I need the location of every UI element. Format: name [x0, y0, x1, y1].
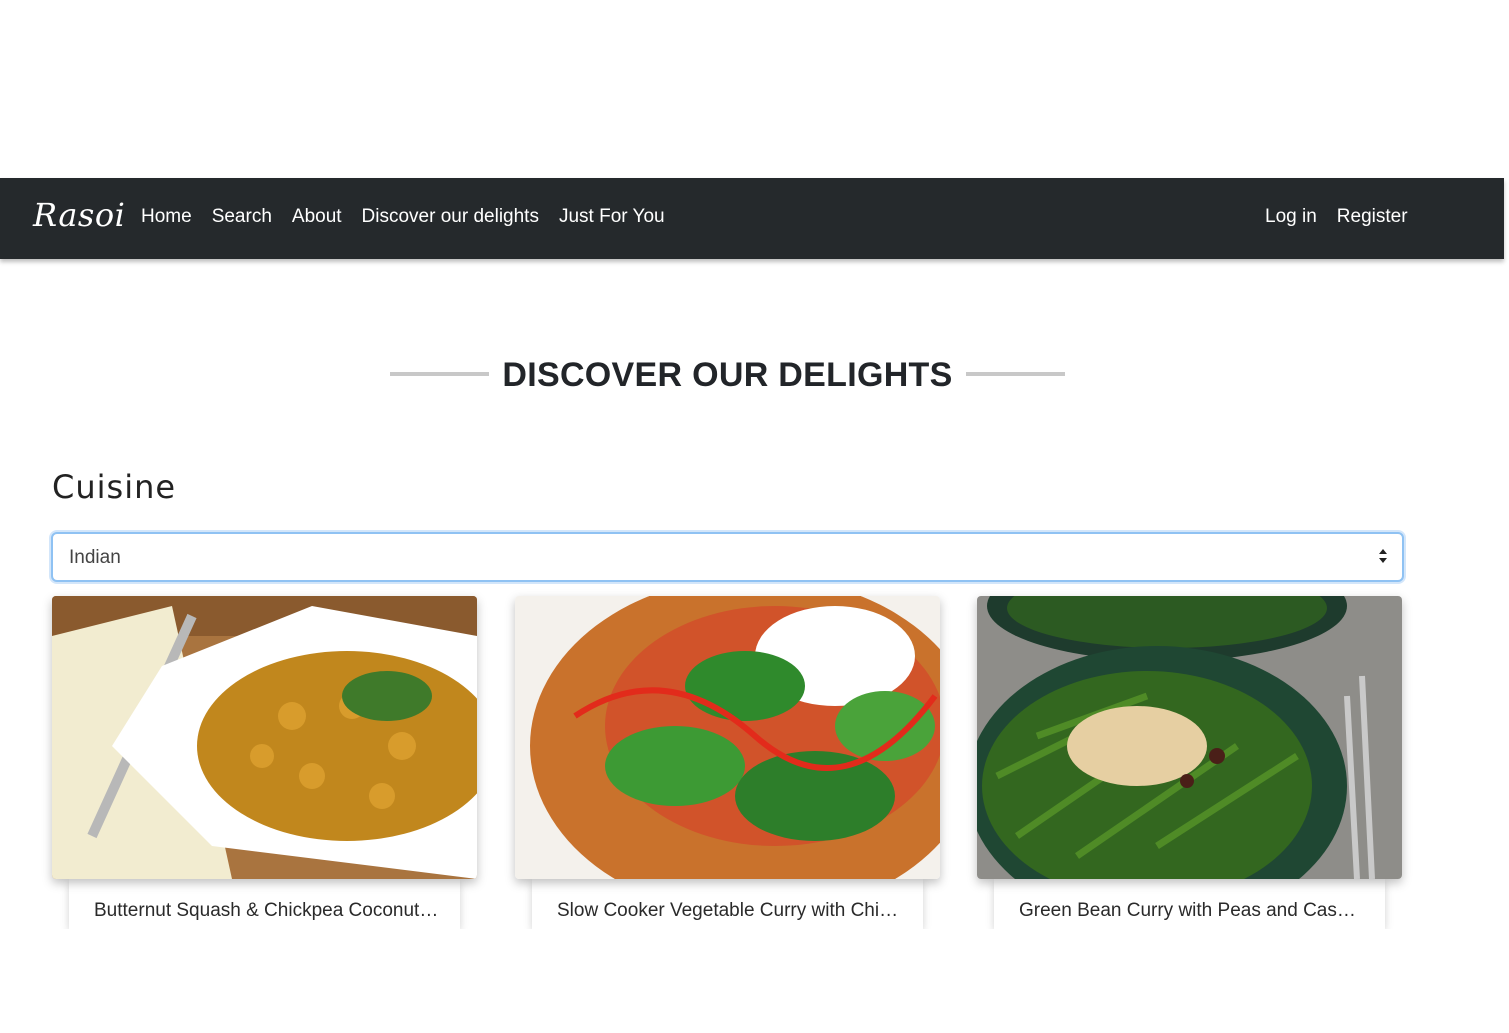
primary-nav: Home Search About Discover our delights … — [141, 205, 665, 229]
cuisine-select[interactable]: Indian — [51, 532, 1404, 582]
recipe-image[interactable] — [977, 596, 1402, 879]
cuisine-select-value: Indian — [69, 547, 121, 568]
brand-logo[interactable]: Rasoi — [33, 196, 125, 234]
nav-discover[interactable]: Discover our delights — [362, 205, 539, 229]
nav-home[interactable]: Home — [141, 205, 192, 229]
page-title: DISCOVER OUR DELIGHTS — [502, 356, 953, 394]
cuisine-label: Cuisine — [52, 468, 177, 506]
recipe-photo-green-bean-curry — [977, 596, 1402, 879]
recipe-title[interactable]: Green Bean Curry with Peas and Cashews — [1019, 900, 1364, 922]
recipe-title[interactable]: Slow Cooker Vegetable Curry with Chickpe… — [557, 900, 902, 922]
nav-search[interactable]: Search — [212, 205, 272, 229]
section-heading: DISCOVER OUR DELIGHTS — [390, 352, 1065, 402]
heading-divider-right — [966, 372, 1065, 376]
recipe-image[interactable] — [515, 596, 940, 879]
register-link[interactable]: Register — [1337, 205, 1408, 229]
viewport-bottom-blank — [0, 929, 1509, 1033]
heading-divider-left — [390, 372, 489, 376]
recipe-photo-vegetable-curry — [515, 596, 940, 879]
recipe-photo-chickpea-curry — [52, 596, 477, 879]
top-navbar: Rasoi Home Search About Discover our del… — [0, 178, 1504, 259]
select-arrows-icon — [1379, 549, 1387, 563]
recipe-card-body: Green Bean Curry with Peas and Cashews — [994, 879, 1385, 929]
nav-about[interactable]: About — [292, 205, 342, 229]
nav-just-for-you[interactable]: Just For You — [559, 205, 665, 229]
recipe-card-body: Slow Cooker Vegetable Curry with Chickpe… — [532, 879, 923, 929]
recipe-image[interactable] — [52, 596, 477, 879]
recipe-title[interactable]: Butternut Squash & Chickpea Coconut Curr… — [94, 900, 439, 922]
auth-nav: Log in Register — [1265, 205, 1408, 229]
recipe-card-body: Butternut Squash & Chickpea Coconut Curr… — [69, 879, 460, 929]
login-link[interactable]: Log in — [1265, 205, 1317, 229]
